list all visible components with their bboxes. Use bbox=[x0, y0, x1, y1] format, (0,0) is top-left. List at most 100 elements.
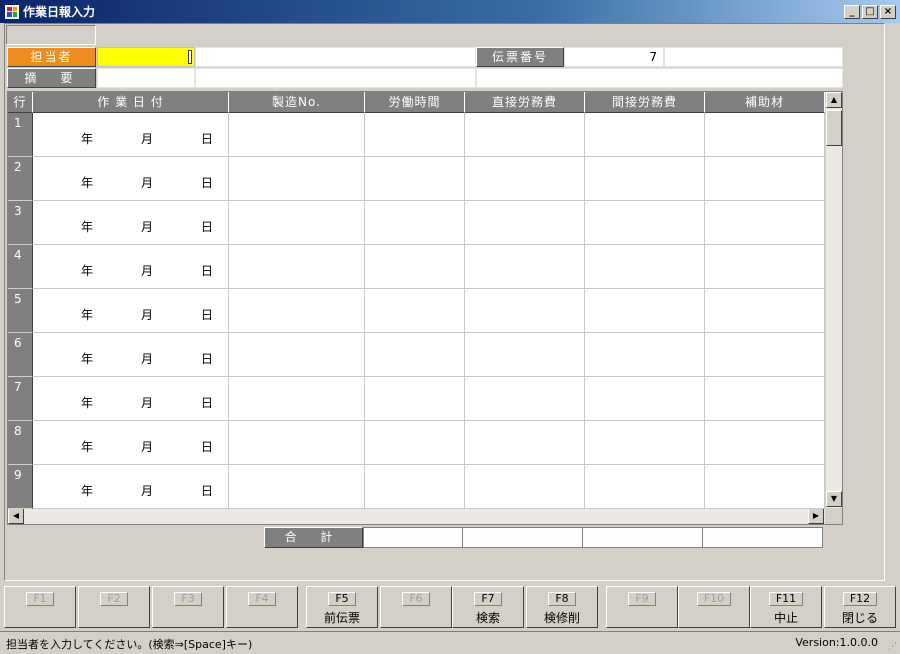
maximize-button[interactable]: □ bbox=[862, 4, 878, 19]
scroll-right-arrow-icon[interactable]: ▶ bbox=[808, 508, 824, 524]
row-header-1[interactable]: 1 bbox=[8, 113, 33, 157]
col-seizo-no-cell[interactable] bbox=[229, 421, 365, 465]
col-rodo-jikan-cell[interactable] bbox=[365, 377, 465, 421]
minimize-button[interactable]: _ bbox=[844, 4, 860, 19]
tanto-code-field[interactable] bbox=[97, 47, 195, 67]
f1-button[interactable]: F1 bbox=[4, 586, 76, 628]
close-button[interactable]: × bbox=[880, 4, 896, 19]
col-sagyo-date-cell[interactable]: 年月日 bbox=[33, 289, 229, 333]
col-rodo-jikan-cell[interactable] bbox=[365, 201, 465, 245]
col-hojozai-cell[interactable] bbox=[705, 113, 825, 157]
col-seizo-no-cell[interactable] bbox=[229, 465, 365, 509]
col-kansetsu-romuhi-cell[interactable] bbox=[585, 289, 705, 333]
row-header-2[interactable]: 2 bbox=[8, 157, 33, 201]
col-sagyo-date-cell[interactable]: 年月日 bbox=[33, 113, 229, 157]
row-header-8[interactable]: 8 bbox=[8, 421, 33, 465]
col-hojozai-header: 補助材 bbox=[705, 92, 825, 113]
col-rodo-jikan-cell[interactable] bbox=[365, 289, 465, 333]
col-kansetsu-romuhi-cell[interactable] bbox=[585, 201, 705, 245]
col-rodo-jikan-cell[interactable] bbox=[365, 421, 465, 465]
col-hojozai-cell[interactable] bbox=[705, 421, 825, 465]
col-rodo-jikan-cell[interactable] bbox=[365, 157, 465, 201]
col-sagyo-date-cell[interactable]: 年月日 bbox=[33, 465, 229, 509]
row-header-9[interactable]: 9 bbox=[8, 465, 33, 509]
col-seizo-no-cell[interactable] bbox=[229, 157, 365, 201]
f12-action-label: 閉じる bbox=[841, 611, 878, 625]
col-chokusetsu-romuhi-cell[interactable] bbox=[465, 289, 585, 333]
col-hojozai-cell[interactable] bbox=[705, 465, 825, 509]
col-hojozai-cell[interactable] bbox=[705, 377, 825, 421]
row-header-3[interactable]: 3 bbox=[8, 201, 33, 245]
col-seizo-no-cell[interactable] bbox=[229, 333, 365, 377]
scroll-left-arrow-icon[interactable]: ◀ bbox=[8, 508, 24, 524]
col-kansetsu-romuhi-cell[interactable] bbox=[585, 113, 705, 157]
col-sagyo-date-cell[interactable]: 年月日 bbox=[33, 157, 229, 201]
grid-vertical-scrollbar[interactable]: ▲ ▼ bbox=[825, 92, 842, 508]
date-year-unit: 年 bbox=[81, 176, 94, 190]
tekiyo-text-field[interactable] bbox=[195, 68, 476, 88]
f5-button[interactable]: F5 前伝票 bbox=[306, 586, 378, 628]
col-seizo-no-cell[interactable] bbox=[229, 289, 365, 333]
col-kansetsu-romuhi-cell[interactable] bbox=[585, 245, 705, 289]
f12-button[interactable]: F12 閉じる bbox=[824, 586, 896, 628]
grid-horizontal-scrollbar[interactable]: ◀ ▶ bbox=[8, 508, 825, 524]
row-header-7[interactable]: 7 bbox=[8, 377, 33, 421]
col-kansetsu-romuhi-cell[interactable] bbox=[585, 421, 705, 465]
col-hojozai-cell[interactable] bbox=[705, 333, 825, 377]
f9-button[interactable]: F9 bbox=[606, 586, 678, 628]
col-kansetsu-romuhi-cell[interactable] bbox=[585, 377, 705, 421]
tanto-label: 担当者 bbox=[7, 47, 96, 67]
col-chokusetsu-romuhi-cell[interactable] bbox=[465, 465, 585, 509]
col-rodo-jikan-cell[interactable] bbox=[365, 113, 465, 157]
scroll-thumb[interactable] bbox=[826, 110, 842, 146]
col-seizo-no-cell[interactable] bbox=[229, 245, 365, 289]
col-chokusetsu-romuhi-cell[interactable] bbox=[465, 113, 585, 157]
col-sagyo-date-cell[interactable]: 年月日 bbox=[33, 245, 229, 289]
scroll-down-arrow-icon[interactable]: ▼ bbox=[826, 491, 842, 507]
col-chokusetsu-romuhi-cell[interactable] bbox=[465, 245, 585, 289]
date-year-unit: 年 bbox=[81, 352, 94, 366]
col-hojozai-cell[interactable] bbox=[705, 201, 825, 245]
row-header-5[interactable]: 5 bbox=[8, 289, 33, 333]
col-chokusetsu-romuhi-cell[interactable] bbox=[465, 421, 585, 465]
col-kansetsu-romuhi-cell[interactable] bbox=[585, 333, 705, 377]
col-kansetsu-romuhi-cell[interactable] bbox=[585, 157, 705, 201]
col-rodo-jikan-cell[interactable] bbox=[365, 245, 465, 289]
col-seizo-no-cell[interactable] bbox=[229, 201, 365, 245]
col-chokusetsu-romuhi-cell[interactable] bbox=[465, 157, 585, 201]
col-rodo-jikan-cell[interactable] bbox=[365, 333, 465, 377]
date-year-unit: 年 bbox=[81, 440, 94, 454]
date-month-unit: 月 bbox=[141, 264, 154, 278]
col-hojozai-cell[interactable] bbox=[705, 157, 825, 201]
col-chokusetsu-romuhi-cell[interactable] bbox=[465, 201, 585, 245]
entry-grid[interactable]: ▲ ▼ ◀ ▶ 行作 業 日 付製造No. 労働時間 直接労務費 間接労務費 補助材 1 年… bbox=[7, 91, 843, 525]
col-hojozai-cell[interactable] bbox=[705, 289, 825, 333]
resize-grip-icon[interactable]: ⋰ bbox=[888, 642, 897, 652]
f7-button[interactable]: F7 検索 bbox=[452, 586, 524, 628]
col-hojozai-cell[interactable] bbox=[705, 245, 825, 289]
row-header-4[interactable]: 4 bbox=[8, 245, 33, 289]
col-chokusetsu-romuhi-cell[interactable] bbox=[465, 377, 585, 421]
scroll-up-arrow-icon[interactable]: ▲ bbox=[826, 92, 842, 108]
f8-button[interactable]: F8 検修削 bbox=[526, 586, 598, 628]
col-sagyo-date-cell[interactable]: 年月日 bbox=[33, 377, 229, 421]
col-sagyo-date-cell[interactable]: 年月日 bbox=[33, 421, 229, 465]
denpyo-extra-field bbox=[664, 47, 843, 67]
col-chokusetsu-romuhi-cell[interactable] bbox=[465, 333, 585, 377]
col-kansetsu-romuhi-cell[interactable] bbox=[585, 465, 705, 509]
row-header-6[interactable]: 6 bbox=[8, 333, 33, 377]
col-seizo-no-cell[interactable] bbox=[229, 377, 365, 421]
f11-button[interactable]: F11 中止 bbox=[750, 586, 822, 628]
f6-button[interactable]: F6 bbox=[380, 586, 452, 628]
tekiyo-code-field[interactable] bbox=[97, 68, 195, 88]
f3-button[interactable]: F3 bbox=[152, 586, 224, 628]
f2-button[interactable]: F2 bbox=[78, 586, 150, 628]
col-rodo-jikan-cell[interactable] bbox=[365, 465, 465, 509]
col-sagyo-date-cell[interactable]: 年月日 bbox=[33, 333, 229, 377]
col-sagyo-date-cell[interactable]: 年月日 bbox=[33, 201, 229, 245]
date-day-unit: 日 bbox=[201, 396, 214, 410]
denpyo-number-field[interactable]: 7 bbox=[564, 47, 664, 67]
f10-button[interactable]: F10 bbox=[678, 586, 750, 628]
col-seizo-no-cell[interactable] bbox=[229, 113, 365, 157]
f4-button[interactable]: F4 bbox=[226, 586, 298, 628]
